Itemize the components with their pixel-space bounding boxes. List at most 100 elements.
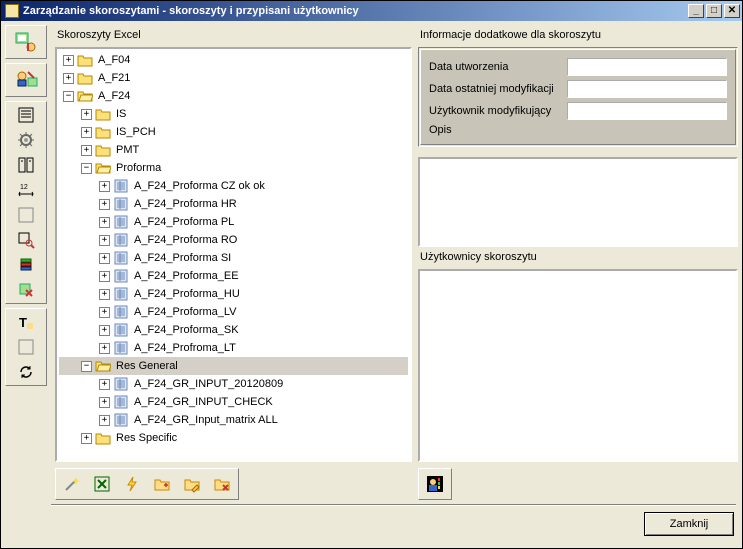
- tool-refresh-icon[interactable]: [7, 360, 45, 384]
- tree[interactable]: +A_F04+A_F21 − A_F24 +IS+IS_PCH+PMT−Proform…: [55, 47, 412, 462]
- tool-list-icon[interactable]: [7, 103, 45, 127]
- tree-item[interactable]: + A_F24_Proforma HR: [59, 195, 408, 213]
- creation-date-field[interactable]: [567, 58, 727, 76]
- tree-item[interactable]: −Proforma: [59, 159, 408, 177]
- expand-icon[interactable]: +: [99, 307, 110, 318]
- left-toolbar: 12 T: [5, 25, 51, 500]
- mod-user-field[interactable]: [567, 102, 727, 120]
- collapse-icon[interactable]: −: [81, 361, 92, 372]
- tree-item-label: A_F24_Proforma RO: [132, 233, 239, 247]
- tree-item[interactable]: +A_F24_Proforma_EE: [59, 267, 408, 285]
- tree-item-label: A_F24_Proforma HR: [132, 197, 239, 211]
- users-listbox[interactable]: [418, 269, 738, 462]
- expand-icon[interactable]: +: [99, 253, 110, 264]
- tool-columns-icon[interactable]: [7, 153, 45, 177]
- tree-item[interactable]: + A_F24_Profroma_LT: [59, 339, 408, 357]
- tree-item[interactable]: +A_F21: [59, 69, 408, 87]
- collapse-icon[interactable]: −: [81, 163, 92, 174]
- tree-item[interactable]: +IS: [59, 105, 408, 123]
- folder-open-icon: [77, 89, 93, 103]
- workbook-icon: [113, 341, 129, 355]
- tree-item[interactable]: + A_F24_Proforma RO: [59, 231, 408, 249]
- tree-item-label: A_F24: [96, 89, 132, 103]
- tool-delete-icon[interactable]: [7, 278, 45, 302]
- expand-icon[interactable]: +: [99, 181, 110, 192]
- tree-item-label: A_F24_Proforma_HU: [132, 287, 242, 301]
- mod-date-field[interactable]: [567, 80, 727, 98]
- close-window-button[interactable]: ✕: [724, 4, 740, 18]
- tree-item[interactable]: +A_F24_Proforma CZ ok ok: [59, 177, 408, 195]
- expand-icon[interactable]: +: [63, 55, 74, 66]
- tree-item[interactable]: +A_F04: [59, 51, 408, 69]
- expand-icon[interactable]: +: [99, 415, 110, 426]
- close-button[interactable]: Zamknij: [644, 512, 734, 536]
- btool-editfolder-icon[interactable]: [178, 471, 206, 497]
- expand-icon[interactable]: +: [81, 145, 92, 156]
- tool-empty1-icon[interactable]: [7, 203, 45, 227]
- tool-gear-icon[interactable]: [7, 128, 45, 152]
- tree-item-label: A_F24_Proforma PL: [132, 215, 236, 229]
- tree-item[interactable]: +A_F24_Proforma_SK: [59, 321, 408, 339]
- btool-excel-icon[interactable]: [88, 471, 116, 497]
- expand-icon[interactable]: +: [99, 379, 110, 390]
- tree-item[interactable]: +IS_PCH: [59, 123, 408, 141]
- tree-item[interactable]: +PMT: [59, 141, 408, 159]
- tool-users-workbooks-icon[interactable]: [7, 65, 45, 95]
- tree-item[interactable]: +A_F24_GR_INPUT_20120809: [59, 375, 408, 393]
- tree-header: Skoroszyty Excel: [57, 29, 412, 41]
- description-label: Opis: [429, 124, 727, 136]
- tree-item[interactable]: + A_F24_Proforma_LV: [59, 303, 408, 321]
- tree-item[interactable]: + A_F24_Proforma_HU: [59, 285, 408, 303]
- collapse-icon[interactable]: −: [63, 91, 74, 102]
- btool-user-color-icon[interactable]: [421, 471, 449, 497]
- tool-text-icon[interactable]: T: [7, 310, 45, 334]
- btool-wand-icon[interactable]: [58, 471, 86, 497]
- expand-icon[interactable]: +: [63, 73, 74, 84]
- expand-icon[interactable]: +: [99, 289, 110, 300]
- creation-date-label: Data utworzenia: [429, 61, 567, 73]
- expand-icon[interactable]: +: [99, 343, 110, 354]
- titlebar: Zarządzanie skoroszytami - skoroszyty i …: [1, 1, 742, 21]
- folder-icon: [95, 143, 111, 157]
- expand-icon[interactable]: +: [99, 325, 110, 336]
- expand-icon[interactable]: +: [99, 271, 110, 282]
- tree-item-label: Res General: [114, 359, 180, 373]
- expand-icon[interactable]: +: [99, 217, 110, 228]
- app-icon: [5, 4, 19, 18]
- tree-item-label: A_F24_Proforma_LV: [132, 305, 239, 319]
- description-box[interactable]: [418, 157, 738, 247]
- expand-icon[interactable]: +: [99, 397, 110, 408]
- tree-item[interactable]: +A_F24_Proforma SI: [59, 249, 408, 267]
- tool-empty2-icon[interactable]: [7, 335, 45, 359]
- folder-open-icon: [95, 359, 111, 373]
- btool-bolt-icon[interactable]: [118, 471, 146, 497]
- tree-item[interactable]: +A_F24_GR_INPUT_CHECK: [59, 393, 408, 411]
- expand-icon[interactable]: +: [99, 235, 110, 246]
- expand-icon[interactable]: +: [99, 199, 110, 210]
- workbook-icon: [113, 233, 129, 247]
- tree-item[interactable]: − A_F24: [59, 87, 408, 105]
- workbook-icon: [113, 269, 129, 283]
- btool-delfolder-icon[interactable]: [208, 471, 236, 497]
- workbook-icon: [113, 323, 129, 337]
- maximize-button[interactable]: □: [706, 4, 722, 18]
- tool-workbooks-users-icon[interactable]: [7, 27, 45, 57]
- tree-item[interactable]: +Res Specific: [59, 429, 408, 447]
- tree-item[interactable]: +A_F24_GR_Input_matrix ALL: [59, 411, 408, 429]
- tree-item-label: A_F24_Profroma_LT: [132, 341, 238, 355]
- expand-icon[interactable]: +: [81, 433, 92, 444]
- tool-stack-icon[interactable]: [7, 253, 45, 277]
- folder-icon: [95, 125, 111, 139]
- tool-search-icon[interactable]: [7, 228, 45, 252]
- tree-item[interactable]: − Res General: [59, 357, 408, 375]
- workbook-icon: [113, 395, 129, 409]
- folder-icon: [95, 431, 111, 445]
- tool-width-icon[interactable]: 12: [7, 178, 45, 202]
- btool-newfolder-icon[interactable]: [148, 471, 176, 497]
- tree-item[interactable]: + A_F24_Proforma PL: [59, 213, 408, 231]
- mod-user-label: Użytkownik modyfikujący: [429, 105, 567, 117]
- expand-icon[interactable]: +: [81, 109, 92, 120]
- minimize-button[interactable]: _: [688, 4, 704, 18]
- folder-icon: [77, 53, 93, 67]
- expand-icon[interactable]: +: [81, 127, 92, 138]
